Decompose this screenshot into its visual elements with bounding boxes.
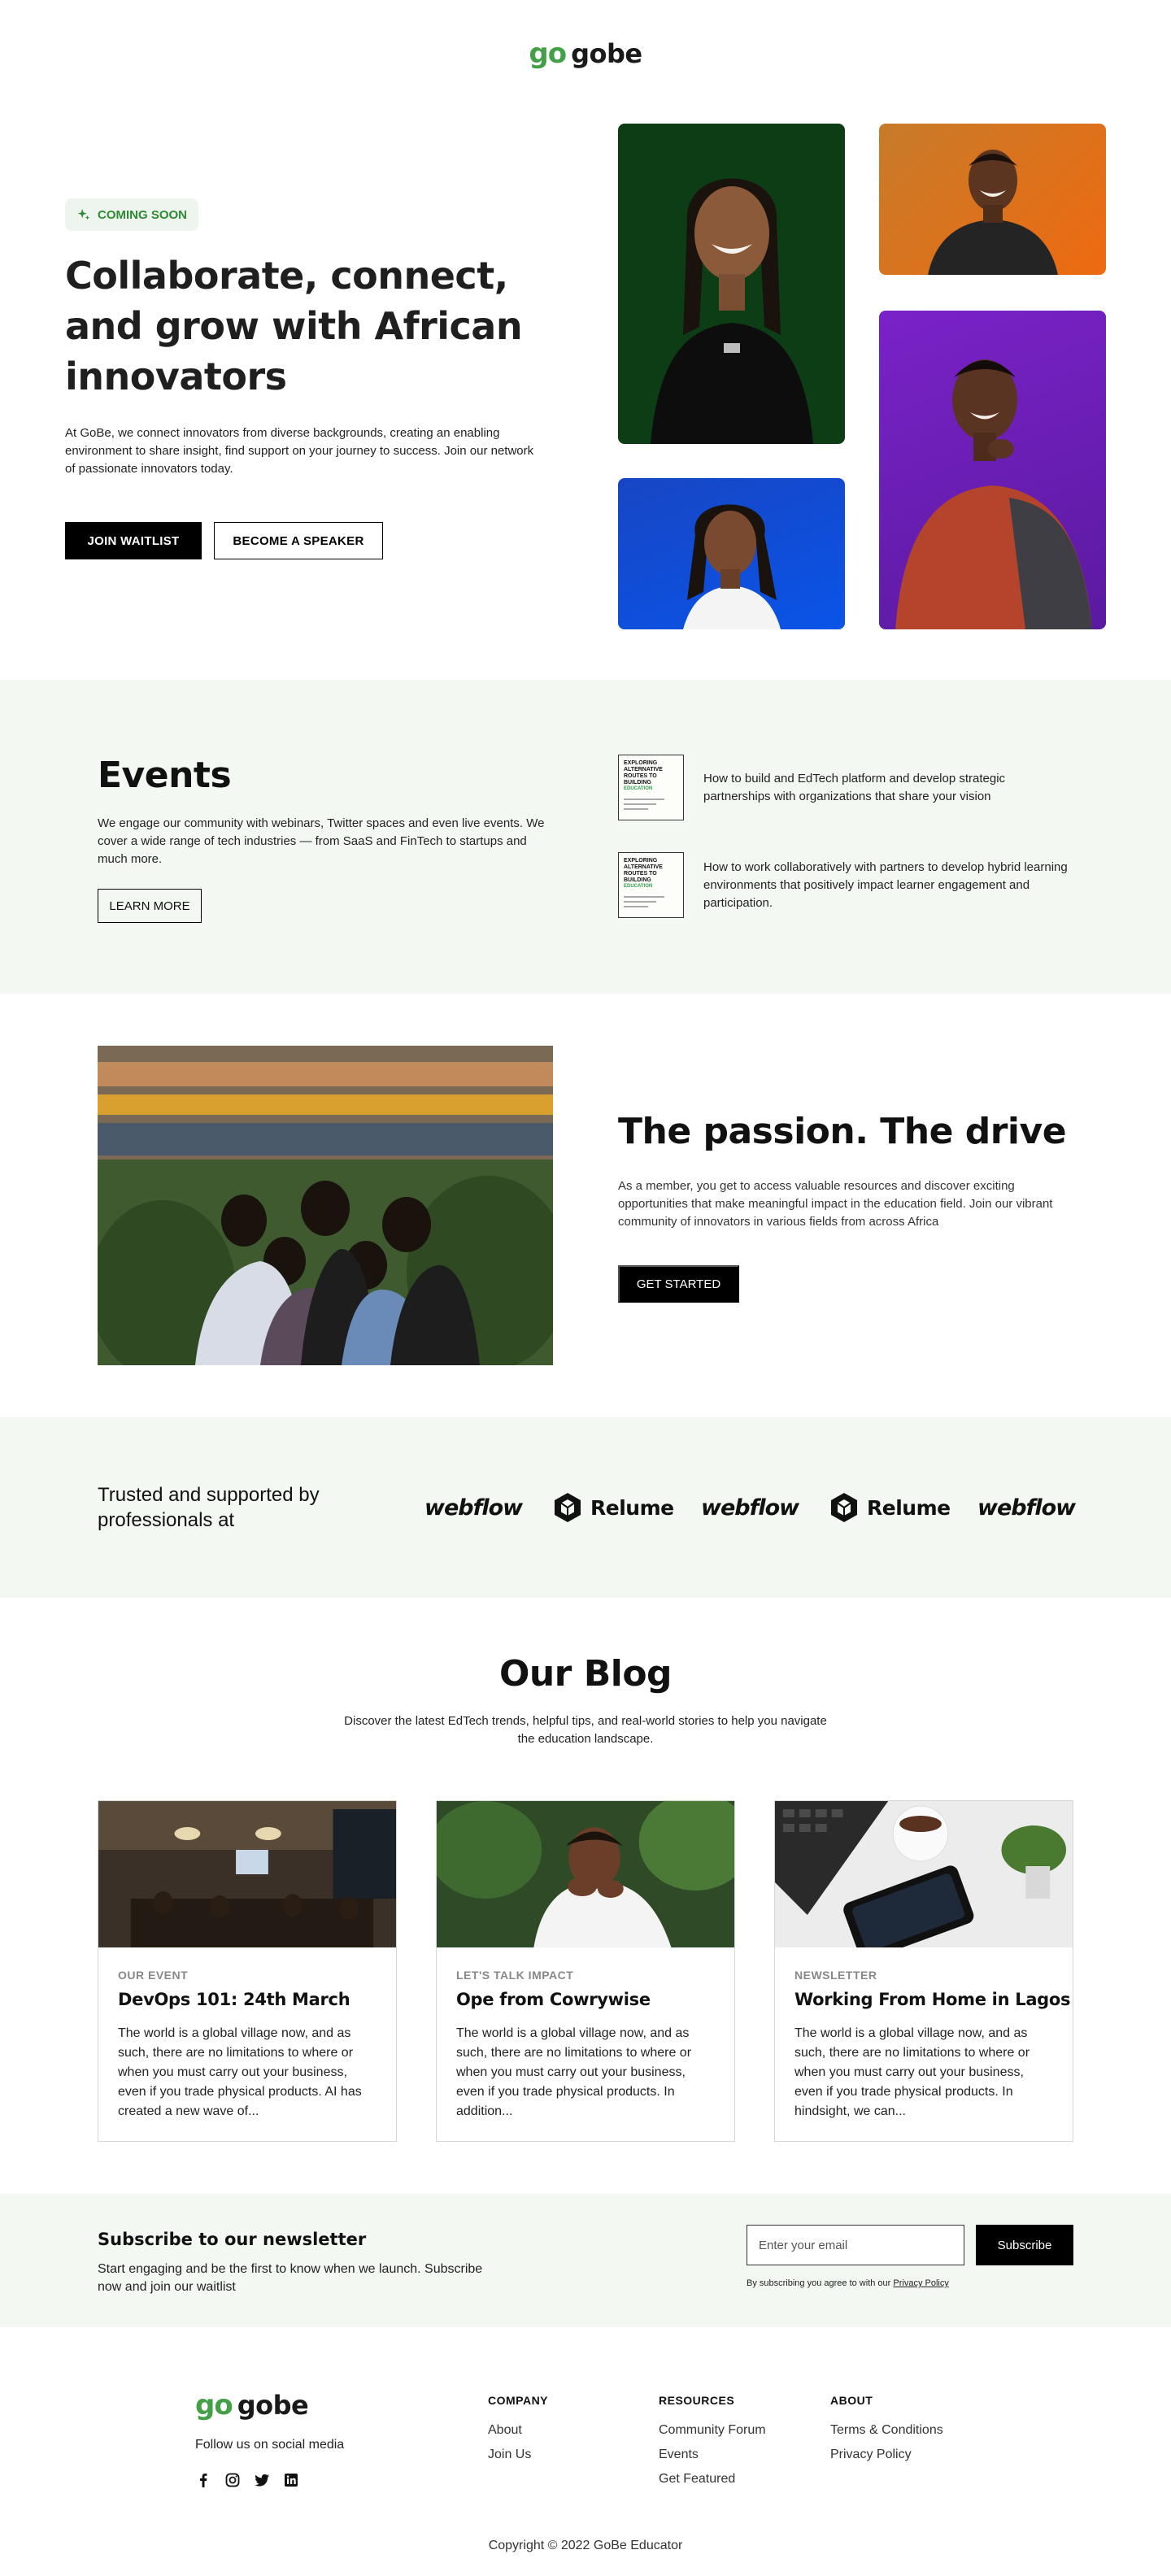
blog-card[interactable]: LET'S TALK IMPACT Ope from Cowrywise The… [436, 1800, 735, 2142]
blog-title: Our Blog [498, 1653, 673, 1695]
footer-column-title: RESOURCES [659, 2394, 735, 2407]
privacy-note-text: By subscribing you agree to with our [747, 2278, 891, 2288]
event-item[interactable]: EXPLORING ALTERNATIVE ROUTES TO BUILDING… [618, 852, 1073, 918]
event-description: How to work collaboratively with partner… [703, 859, 1068, 910]
email-input[interactable] [747, 2225, 964, 2265]
newsletter-title: Subscribe to our newsletter [98, 2230, 367, 2249]
logo-wordmark: gobe [237, 2390, 309, 2421]
events-section: Events We engage our community with webi… [0, 680, 1171, 994]
partner-logos: webflow Relume webflow Relume webflow [423, 1489, 1076, 1526]
blog-card[interactable]: OUR EVENT DevOps 101: 24th March The wor… [98, 1800, 397, 2142]
join-waitlist-button[interactable]: JOIN WAITLIST [65, 522, 202, 559]
footer-logo[interactable]: go gobe [195, 2389, 309, 2422]
trusted-section: Trusted and supported by professionals a… [0, 1417, 1171, 1598]
hero-photo-4 [879, 311, 1106, 629]
hero-photo-2 [879, 124, 1106, 275]
newsletter-description: Start engaging and be the first to know … [98, 2262, 483, 2294]
blog-card-title[interactable]: Ope from Cowrywise [456, 1990, 651, 2009]
relume-icon [831, 1493, 857, 1522]
footer-link-join-us[interactable]: Join Us [488, 2446, 548, 2463]
event-thumb-title: EXPLORING ALTERNATIVE ROUTES TO BUILDING [624, 858, 663, 883]
footer-column-title: COMPANY [488, 2394, 549, 2407]
coming-soon-badge: COMING SOON [65, 198, 199, 231]
blog-card-category: LET'S TALK IMPACT [456, 1969, 574, 1982]
relume-icon [555, 1493, 581, 1522]
blog-description: Discover the latest EdTech trends, helpf… [344, 1714, 827, 1746]
passion-title: The passion. The drive [618, 1111, 1067, 1152]
logo-mark: go [195, 2389, 233, 2422]
blog-card-excerpt: The world is a global village now, and a… [118, 2026, 362, 2118]
footer-column-company: COMPANY About Join Us [488, 2394, 548, 2470]
event-thumbnail: EXPLORING ALTERNATIVE ROUTES TO BUILDING… [618, 852, 684, 918]
get-started-button[interactable]: GET STARTED [618, 1265, 739, 1303]
blog-card-excerpt: The world is a global village now, and a… [456, 2026, 692, 2118]
blog-card-category: NEWSLETTER [794, 1969, 877, 1982]
hero-title: Collaborate, connect, and grow with Afri… [65, 254, 523, 398]
footer-column-title: ABOUT [830, 2394, 873, 2407]
privacy-policy-link[interactable]: Privacy Policy [893, 2278, 948, 2288]
relume-logo: Relume [553, 1489, 674, 1526]
passion-description: As a member, you get to access valuable … [618, 1179, 1053, 1229]
hero-section: COMING SOON Collaborate, connect, and gr… [0, 107, 1171, 680]
footer-link-community-forum[interactable]: Community Forum [659, 2422, 766, 2439]
blog-card-title[interactable]: Working From Home in Lagos [794, 1990, 1071, 2009]
blog-card-image [437, 1801, 734, 1947]
linkedin-icon[interactable] [283, 2472, 299, 2488]
trusted-text: Trusted and supported by professionals a… [98, 1484, 320, 1531]
blog-card-image [98, 1801, 396, 1947]
event-thumb-subtitle: EDUCATION [624, 884, 653, 889]
brand-logo[interactable]: go gobe [529, 37, 642, 70]
footer-link-get-featured[interactable]: Get Featured [659, 2470, 766, 2487]
newsletter-privacy-note: By subscribing you agree to with our Pri… [747, 2278, 949, 2288]
logo-mark: go [529, 37, 567, 70]
community-group-photo [98, 1046, 553, 1365]
footer-column-about: ABOUT Terms & Conditions Privacy Policy [830, 2394, 943, 2470]
become-speaker-button[interactable]: BECOME A SPEAKER [214, 522, 383, 559]
blog-card-category: OUR EVENT [118, 1969, 189, 1982]
blog-card-image [775, 1801, 1073, 1947]
copyright-text: Copyright © 2022 GoBe Educator [488, 2539, 683, 2552]
follow-text: Follow us on social media [195, 2438, 345, 2452]
subscribe-button[interactable]: Subscribe [976, 2225, 1073, 2265]
footer-link-terms[interactable]: Terms & Conditions [830, 2422, 943, 2439]
footer-link-about[interactable]: About [488, 2422, 548, 2439]
event-item[interactable]: EXPLORING ALTERNATIVE ROUTES TO BUILDING… [618, 755, 1073, 820]
event-thumb-title: EXPLORING ALTERNATIVE ROUTES TO BUILDING [624, 760, 663, 785]
relume-logo: Relume [829, 1489, 951, 1526]
events-title: Events [98, 755, 232, 796]
instagram-icon[interactable] [224, 2472, 241, 2488]
events-description: We engage our community with webinars, T… [98, 816, 545, 866]
learn-more-button[interactable]: LEARN MORE [98, 889, 202, 923]
webflow-logo: webflow [701, 1495, 799, 1521]
footer-column-resources: RESOURCES Community Forum Events Get Fea… [659, 2394, 766, 2495]
blog-card-title[interactable]: DevOps 101: 24th March [118, 1990, 350, 2009]
event-description: How to build and EdTech platform and dev… [703, 771, 1006, 803]
footer-link-events[interactable]: Events [659, 2446, 766, 2463]
hero-photo-1 [618, 124, 845, 444]
newsletter-section: Subscribe to our newsletter Start engagi… [0, 2194, 1171, 2327]
webflow-logo: webflow [977, 1495, 1076, 1521]
blog-card-excerpt: The world is a global village now, and a… [794, 2026, 1030, 2118]
sparkle-icon [77, 208, 90, 220]
footer-link-privacy[interactable]: Privacy Policy [830, 2446, 943, 2463]
webflow-logo: webflow [424, 1495, 523, 1521]
badge-label: COMING SOON [98, 207, 188, 222]
blog-card[interactable]: NEWSLETTER Working From Home in Lagos Th… [774, 1800, 1073, 2142]
social-links [195, 2472, 299, 2488]
event-thumb-subtitle: EDUCATION [624, 786, 653, 791]
site-header: go gobe [0, 0, 1171, 107]
hero-description: At GoBe, we connect innovators from dive… [65, 426, 534, 476]
facebook-icon[interactable] [195, 2472, 211, 2488]
event-thumbnail: EXPLORING ALTERNATIVE ROUTES TO BUILDING… [618, 755, 684, 820]
hero-photo-3 [618, 478, 845, 629]
twitter-icon[interactable] [254, 2472, 270, 2488]
logo-wordmark: gobe [571, 38, 642, 69]
